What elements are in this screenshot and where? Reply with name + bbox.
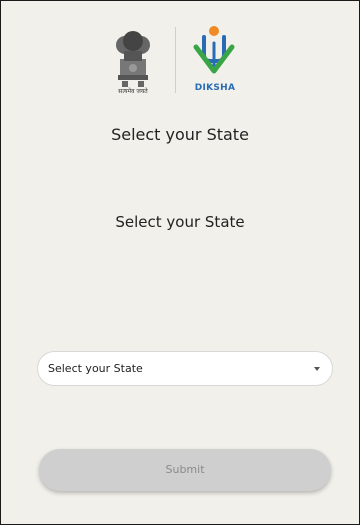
- screen-frame: सत्यमेव जयते DIKSHA Select your State Se…: [0, 0, 360, 525]
- page-subtitle: Select your State: [115, 213, 245, 231]
- logo-divider: [175, 27, 176, 93]
- state-select-value: Select your State: [48, 362, 143, 375]
- diksha-wordmark: DIKSHA: [194, 83, 236, 93]
- caret-down-icon: [314, 367, 320, 371]
- submit-button[interactable]: Submit: [39, 449, 331, 491]
- emblem-caption: सत्यमेव जयते: [118, 88, 148, 95]
- logo-row: सत्यमेव जयते DIKSHA: [1, 21, 359, 101]
- diksha-logo-icon: [193, 26, 235, 74]
- state-select-dropdown[interactable]: Select your State: [37, 351, 333, 386]
- page-title: Select your State: [111, 125, 249, 144]
